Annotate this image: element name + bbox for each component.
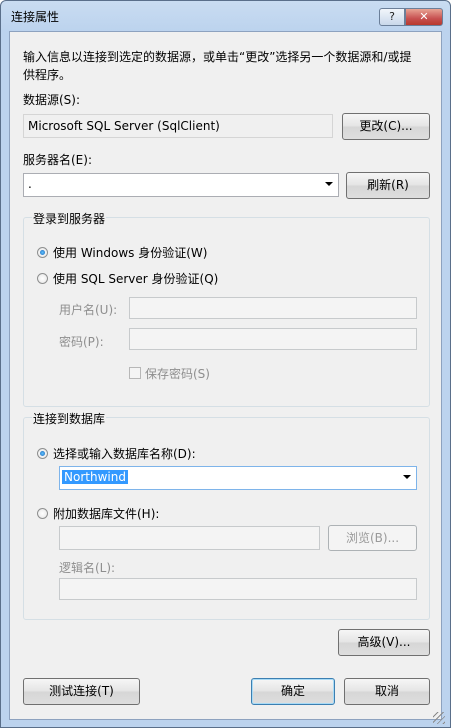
server-name-label: 服务器名(E):	[23, 153, 92, 167]
change-button[interactable]: 更改(C)...	[342, 113, 430, 140]
datasource-field: Microsoft SQL Server (SqlClient)	[23, 114, 333, 138]
save-password-label[interactable]: 保存密码(S)	[145, 365, 210, 382]
password-input[interactable]	[129, 328, 417, 350]
database-name-value: Northwind	[62, 470, 128, 484]
select-db-radio[interactable]	[37, 448, 48, 459]
attach-db-radio[interactable]	[37, 508, 48, 519]
chevron-down-icon[interactable]	[325, 182, 333, 186]
password-label: 密码(P):	[59, 335, 104, 349]
datasource-value: Microsoft SQL Server (SqlClient)	[28, 119, 220, 133]
refresh-button[interactable]: 刷新(R)	[346, 172, 430, 199]
title-bar: 连接属性 ? ✕	[1, 1, 450, 31]
intro-text-line2: 供程序。	[23, 68, 72, 82]
server-name-value: .	[28, 177, 32, 191]
dialog-client-area: 输入信息以连接到选定的数据源，或单击“更改”选择另一个数据源和/或提 供程序。 …	[9, 31, 442, 720]
chevron-down-icon[interactable]	[403, 475, 411, 479]
sql-auth-label[interactable]: 使用 SQL Server 身份验证(Q)	[53, 270, 218, 287]
select-db-label[interactable]: 选择或输入数据库名称(D):	[53, 445, 196, 462]
windows-auth-radio[interactable]	[37, 247, 48, 258]
database-name-combobox[interactable]: Northwind	[59, 466, 417, 490]
intro-text-line1: 输入信息以连接到选定的数据源，或单击“更改”选择另一个数据源和/或提	[23, 50, 412, 64]
resize-grip-icon[interactable]	[433, 712, 445, 724]
logical-name-input[interactable]	[59, 578, 417, 600]
server-name-combobox[interactable]: .	[23, 173, 339, 197]
test-connection-button[interactable]: 测试连接(T)	[23, 678, 140, 705]
logical-name-label: 逻辑名(L):	[59, 561, 116, 575]
save-password-checkbox[interactable]	[129, 367, 141, 379]
username-input[interactable]	[129, 297, 417, 319]
attach-file-input[interactable]	[59, 526, 320, 550]
close-icon[interactable]: ✕	[405, 8, 443, 26]
sql-auth-radio[interactable]	[37, 273, 48, 284]
datasource-label: 数据源(S):	[23, 93, 81, 107]
username-label: 用户名(U):	[59, 303, 118, 317]
login-group-title: 登录到服务器	[32, 210, 107, 227]
attach-db-label[interactable]: 附加数据库文件(H):	[53, 505, 159, 522]
help-icon[interactable]: ?	[379, 8, 405, 26]
windows-auth-label[interactable]: 使用 Windows 身份验证(W)	[53, 244, 207, 261]
connection-properties-dialog: 连接属性 ? ✕ 输入信息以连接到选定的数据源，或单击“更改”选择另一个数据源和…	[0, 0, 451, 728]
browse-button[interactable]: 浏览(B)...	[328, 525, 417, 551]
cancel-button[interactable]: 取消	[344, 678, 430, 705]
ok-button[interactable]: 确定	[251, 678, 335, 705]
advanced-button[interactable]: 高级(V)...	[338, 629, 430, 656]
database-group-title: 连接到数据库	[32, 410, 107, 427]
window-title: 连接属性	[11, 10, 60, 24]
